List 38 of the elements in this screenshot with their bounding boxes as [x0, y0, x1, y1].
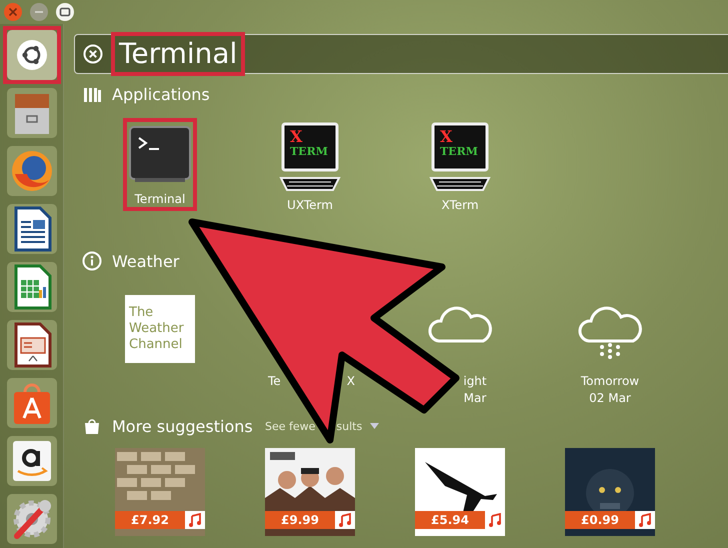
icon-letters: TERM [290, 145, 328, 158]
price-tag: £5.94 [415, 511, 485, 529]
logo-text: Channel [129, 337, 184, 353]
forecast-label: Mar [463, 390, 487, 407]
forecast-label: ight [463, 373, 487, 390]
price-tag: £7.92 [115, 511, 185, 529]
icon-letters: X [290, 127, 302, 146]
forecast-label: Tomorrow [580, 373, 640, 390]
info-icon [82, 251, 102, 271]
section-title: Applications [112, 84, 210, 104]
app-label: UXTerm [287, 198, 333, 212]
app-label: XTerm [441, 198, 479, 212]
search-field[interactable]: Terminal [74, 34, 728, 74]
logo-text: The [129, 305, 154, 321]
icon-letters: TERM [440, 145, 478, 158]
close-button[interactable] [3, 2, 23, 22]
monitor-icon[interactable] [277, 122, 343, 194]
logo-text: Weather [129, 321, 185, 337]
forecast-label: X [346, 373, 355, 390]
music-note-icon [188, 513, 202, 527]
music-note-icon [638, 513, 652, 527]
section-title: Weather [112, 252, 180, 270]
dash-button[interactable] [2, 26, 60, 84]
forecast-label: 02 Mar [588, 390, 632, 407]
toggle-link[interactable]: See fewe [265, 420, 316, 432]
toggle-link[interactable]: sults [336, 420, 362, 432]
forecast-label: Te [268, 373, 281, 390]
icon-letters: X [440, 127, 452, 146]
monitor-icon[interactable] [427, 122, 493, 194]
price-tag: £0.99 [565, 511, 635, 529]
music-note-icon [488, 513, 502, 527]
app-label: Terminal [134, 192, 186, 206]
search-text: Terminal [111, 32, 246, 76]
section-title: More suggestions [112, 416, 252, 436]
maximize-button[interactable] [55, 2, 75, 22]
clear-icon[interactable] [83, 44, 103, 64]
music-note-icon [338, 513, 352, 527]
price-tag: £9.99 [265, 511, 335, 529]
